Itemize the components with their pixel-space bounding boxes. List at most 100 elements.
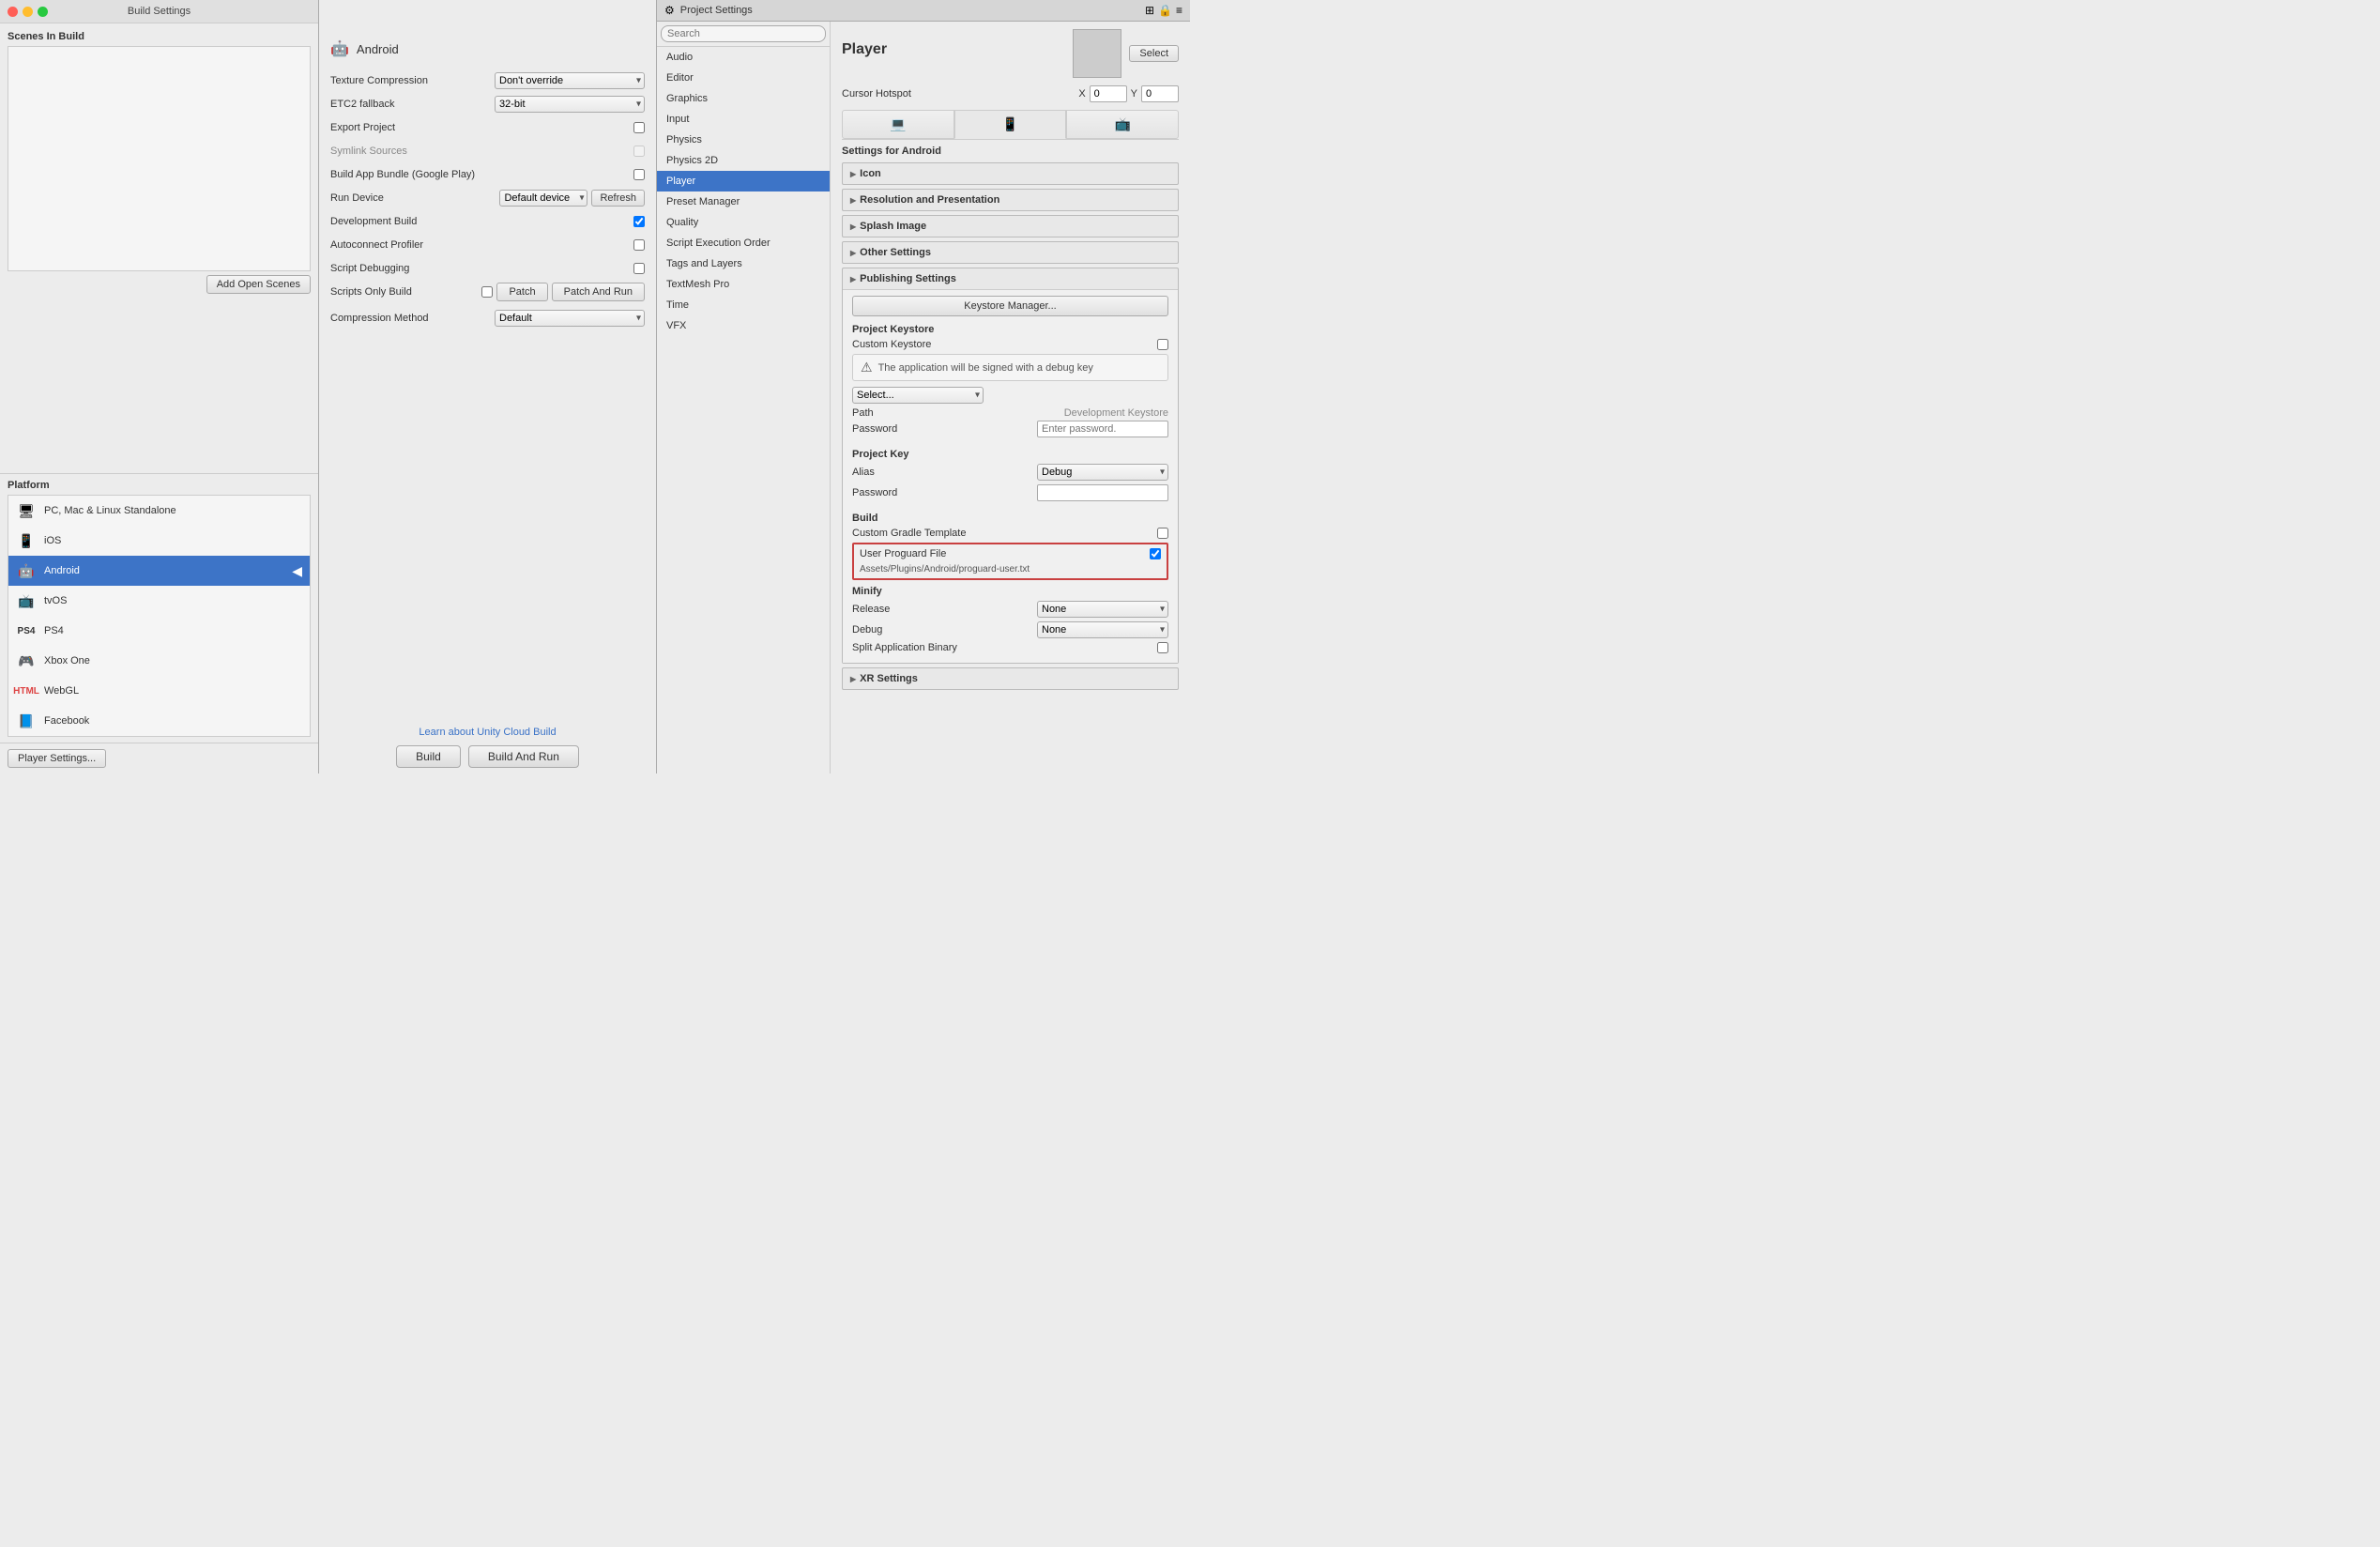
icon-section-header[interactable]: Icon bbox=[843, 163, 1178, 184]
cursor-x-input[interactable] bbox=[1090, 85, 1127, 102]
refresh-button[interactable]: Refresh bbox=[591, 190, 645, 207]
script-debugging-checkbox[interactable] bbox=[633, 263, 645, 274]
splash-image-section-header[interactable]: Splash Image bbox=[843, 216, 1178, 237]
close-button[interactable] bbox=[8, 7, 18, 17]
minify-debug-select[interactable]: None bbox=[1037, 621, 1168, 638]
run-device-select[interactable]: Default device bbox=[499, 190, 587, 207]
platform-item-ps4[interactable]: PS4 PS4 bbox=[8, 616, 310, 646]
export-project-checkbox[interactable] bbox=[633, 122, 645, 133]
ps-nav-quality[interactable]: Quality bbox=[657, 212, 830, 233]
texture-compression-select[interactable]: Don't override bbox=[495, 72, 645, 89]
platform-tab-tvos[interactable]: 📺 bbox=[1066, 110, 1179, 139]
learn-link[interactable]: Learn about Unity Cloud Build bbox=[419, 727, 556, 738]
ps-select-button[interactable]: Select bbox=[1129, 45, 1179, 62]
ps-nav-presetmanager[interactable]: Preset Manager bbox=[657, 191, 830, 212]
custom-gradle-checkbox[interactable] bbox=[1157, 528, 1168, 539]
alias-select[interactable]: Debug bbox=[1037, 464, 1168, 481]
publishing-settings-body: Keystore Manager... Project Keystore Cus… bbox=[843, 289, 1178, 663]
android-settings-panel: 🤖 Android Texture Compression Don't over… bbox=[319, 0, 657, 774]
select-keystore-row: Select... bbox=[852, 387, 1168, 404]
minimize-button[interactable] bbox=[23, 7, 33, 17]
compression-dropdown-wrapper: Default bbox=[495, 310, 645, 327]
publishing-settings-header[interactable]: Publishing Settings bbox=[843, 268, 1178, 289]
player-settings-button[interactable]: Player Settings... bbox=[8, 749, 106, 768]
autoconnect-profiler-checkbox[interactable] bbox=[633, 239, 645, 251]
add-open-scenes-button[interactable]: Add Open Scenes bbox=[206, 275, 311, 294]
splash-image-section: Splash Image bbox=[842, 215, 1179, 237]
ps-nav-physics[interactable]: Physics bbox=[657, 130, 830, 150]
ps-nav-editor[interactable]: Editor bbox=[657, 68, 830, 88]
build-settings-bottom: Player Settings... bbox=[0, 743, 318, 774]
xr-settings-title: XR Settings bbox=[860, 673, 918, 684]
split-app-label: Split Application Binary bbox=[852, 642, 1157, 653]
ps-nav-tagsandlayers[interactable]: Tags and Layers bbox=[657, 253, 830, 274]
run-device-controls: Default device Refresh bbox=[499, 190, 645, 207]
resolution-section-header[interactable]: Resolution and Presentation bbox=[843, 190, 1178, 210]
platform-item-xboxone[interactable]: 🎮 Xbox One bbox=[8, 646, 310, 676]
scenes-section: Scenes In Build Add Open Scenes bbox=[0, 23, 318, 473]
export-project-row: Export Project bbox=[330, 118, 645, 137]
lock-icon[interactable]: 🔒 bbox=[1158, 4, 1172, 17]
platform-item-tvos[interactable]: 📺 tvOS bbox=[8, 586, 310, 616]
ps-nav-player[interactable]: Player bbox=[657, 171, 830, 191]
other-settings-section-title: Other Settings bbox=[860, 247, 931, 258]
keystore-manager-button[interactable]: Keystore Manager... bbox=[852, 296, 1168, 316]
custom-keystore-checkbox[interactable] bbox=[1157, 339, 1168, 350]
platform-item-facebook[interactable]: 📘 Facebook bbox=[8, 706, 310, 736]
cursor-y-input[interactable] bbox=[1141, 85, 1179, 102]
ps-nav-scriptexecution[interactable]: Script Execution Order bbox=[657, 233, 830, 253]
build-button[interactable]: Build bbox=[396, 745, 461, 768]
patch-button[interactable]: Patch bbox=[496, 283, 547, 301]
settings-for-label: Settings for Android bbox=[842, 146, 1179, 157]
layout-icon[interactable]: ⊞ bbox=[1145, 4, 1154, 17]
platform-item-ios[interactable]: 📱 iOS bbox=[8, 526, 310, 556]
platform-item-webgl[interactable]: HTML WebGL bbox=[8, 676, 310, 706]
autoconnect-profiler-label: Autoconnect Profiler bbox=[330, 239, 633, 251]
ps-nav-graphics[interactable]: Graphics bbox=[657, 88, 830, 109]
etc2-fallback-select[interactable]: 32-bit bbox=[495, 96, 645, 113]
maximize-button[interactable] bbox=[38, 7, 48, 17]
ps-nav-input[interactable]: Input bbox=[657, 109, 830, 130]
key-password-input[interactable] bbox=[1037, 484, 1168, 501]
scripts-only-checkbox[interactable] bbox=[481, 286, 493, 298]
patch-and-run-button[interactable]: Patch And Run bbox=[552, 283, 645, 301]
development-build-label: Development Build bbox=[330, 216, 633, 227]
other-settings-section: Other Settings bbox=[842, 241, 1179, 264]
ps-nav-audio[interactable]: Audio bbox=[657, 47, 830, 68]
project-keystore-label: Project Keystore bbox=[852, 324, 1168, 335]
xr-settings-header[interactable]: XR Settings bbox=[843, 668, 1178, 689]
symlink-sources-row: Symlink Sources bbox=[330, 142, 645, 161]
platform-item-standalone[interactable]: 🖥 PC, Mac & Linux Standalone bbox=[8, 496, 310, 526]
ps-nav-vfx[interactable]: VFX bbox=[657, 315, 830, 336]
alias-label: Alias bbox=[852, 467, 1037, 478]
platform-name-tvos: tvOS bbox=[44, 595, 67, 606]
platform-tab-android[interactable]: 📱 bbox=[954, 110, 1067, 139]
x-label: X bbox=[1078, 88, 1085, 100]
ps-nav-physics2d[interactable]: Physics 2D bbox=[657, 150, 830, 171]
platform-item-android[interactable]: 🤖 Android ◀ bbox=[8, 556, 310, 586]
scripts-only-controls: Patch Patch And Run bbox=[481, 283, 645, 301]
more-icon[interactable]: ≡ bbox=[1176, 4, 1182, 17]
facebook-icon: 📘 bbox=[16, 711, 37, 731]
user-proguard-checkbox[interactable] bbox=[1150, 548, 1161, 559]
platform-tab-standalone[interactable]: 💻 bbox=[842, 110, 954, 139]
ps-search-input[interactable] bbox=[661, 25, 826, 42]
tvos-tab-icon: 📺 bbox=[1114, 116, 1130, 132]
publishing-settings-title: Publishing Settings bbox=[860, 273, 956, 284]
custom-keystore-row: Custom Keystore bbox=[852, 339, 1168, 350]
platform-name-android: Android bbox=[44, 565, 80, 576]
minify-release-select[interactable]: None bbox=[1037, 601, 1168, 618]
ps-nav-textmeshpro[interactable]: TextMesh Pro bbox=[657, 274, 830, 295]
keystore-password-input[interactable] bbox=[1037, 421, 1168, 437]
development-build-checkbox[interactable] bbox=[633, 216, 645, 227]
symlink-sources-checkbox[interactable] bbox=[633, 146, 645, 157]
other-settings-section-header[interactable]: Other Settings bbox=[843, 242, 1178, 263]
spacer2 bbox=[852, 505, 1168, 513]
compression-select[interactable]: Default bbox=[495, 310, 645, 327]
build-and-run-button[interactable]: Build And Run bbox=[468, 745, 579, 768]
build-app-bundle-checkbox[interactable] bbox=[633, 169, 645, 180]
keystore-select[interactable]: Select... bbox=[852, 387, 984, 404]
texture-compression-dropdown-wrapper: Don't override bbox=[495, 72, 645, 89]
ps-nav-time[interactable]: Time bbox=[657, 295, 830, 315]
split-app-checkbox[interactable] bbox=[1157, 642, 1168, 653]
